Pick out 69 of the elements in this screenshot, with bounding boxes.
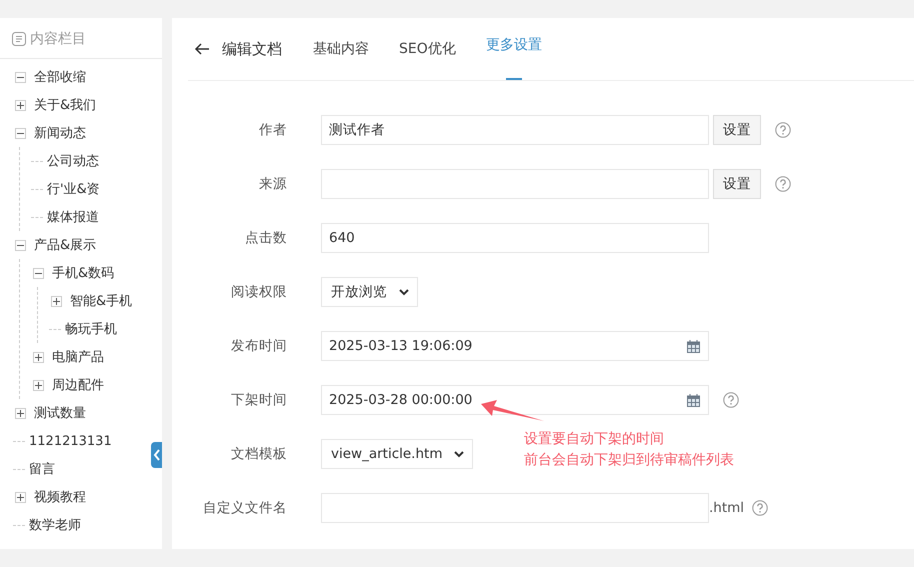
collapse-toggle[interactable] bbox=[15, 72, 26, 82]
tree-item[interactable]: 1121213131 bbox=[29, 434, 112, 448]
plus-icon bbox=[17, 494, 24, 500]
field-label: 发布时间 bbox=[230, 337, 287, 355]
date-field[interactable]: 2025-03-28 00:00:00 bbox=[321, 385, 709, 415]
tree-item[interactable]: 留言 bbox=[29, 460, 55, 478]
tree-item[interactable]: 数学老师 bbox=[29, 516, 81, 534]
tree-item[interactable]: 新闻动态 bbox=[34, 124, 86, 142]
tab[interactable]: SEO优化 bbox=[399, 18, 456, 80]
help-icon[interactable] bbox=[775, 122, 791, 138]
expand-toggle[interactable] bbox=[51, 296, 62, 306]
tree-item[interactable]: 媒体报道 bbox=[47, 208, 99, 226]
field-label: 自定义文件名 bbox=[202, 499, 287, 517]
plus-icon bbox=[53, 298, 60, 304]
field-label: 下架时间 bbox=[230, 391, 287, 409]
field-label: 作者 bbox=[258, 121, 287, 139]
input-field[interactable] bbox=[321, 493, 709, 523]
file-extension: .html bbox=[709, 500, 744, 516]
plus-icon bbox=[17, 410, 24, 416]
tree-item[interactable]: 畅玩手机 bbox=[65, 320, 117, 338]
help-icon[interactable] bbox=[752, 500, 768, 516]
chevron-down-icon bbox=[454, 450, 464, 458]
sidebar-title: 内容栏目 bbox=[30, 30, 86, 48]
tree-item[interactable]: 关于&我们 bbox=[34, 96, 96, 114]
field-label: 来源 bbox=[258, 175, 287, 193]
chevron-left-icon bbox=[152, 449, 160, 461]
field-label: 文档模板 bbox=[230, 445, 287, 463]
tree-item[interactable]: 测试数量 bbox=[34, 404, 86, 422]
tree-item[interactable]: 全部收缩 bbox=[34, 68, 86, 86]
tree-item[interactable]: 周边配件 bbox=[52, 376, 104, 394]
dropdown[interactable]: view_article.htm bbox=[321, 439, 474, 469]
set-button[interactable]: 设置 bbox=[713, 169, 761, 199]
expand-toggle[interactable] bbox=[15, 408, 26, 418]
plus-icon bbox=[17, 102, 24, 108]
collapse-toggle[interactable] bbox=[33, 268, 44, 278]
page-title: 编辑文档 bbox=[222, 40, 282, 58]
input-field[interactable]: 640 bbox=[321, 223, 709, 253]
tab[interactable]: 基础内容 bbox=[313, 18, 369, 80]
input-field[interactable] bbox=[321, 169, 709, 199]
annotation-text: 设置要自动下架的时间 前台会自动下架归到待审稿件列表 bbox=[524, 430, 734, 470]
collapse-handle[interactable] bbox=[151, 442, 162, 468]
field-label: 阅读权限 bbox=[230, 283, 287, 301]
collapse-toggle[interactable] bbox=[15, 128, 26, 138]
expand-toggle[interactable] bbox=[15, 492, 26, 502]
set-button[interactable]: 设置 bbox=[713, 115, 761, 145]
tree-item[interactable]: 视频教程 bbox=[34, 488, 86, 506]
expand-toggle[interactable] bbox=[33, 380, 44, 390]
tree-item[interactable]: 智能&手机 bbox=[70, 292, 132, 310]
help-icon[interactable] bbox=[723, 392, 739, 408]
date-field[interactable]: 2025-03-13 19:06:09 bbox=[321, 331, 709, 361]
help-icon[interactable] bbox=[775, 176, 791, 192]
input-field[interactable]: 测试作者 bbox=[321, 115, 709, 145]
field-label: 点击数 bbox=[244, 229, 287, 247]
tree-item[interactable]: 手机&数码 bbox=[52, 264, 114, 282]
collapse-toggle[interactable] bbox=[15, 240, 26, 250]
calendar-icon bbox=[687, 340, 700, 352]
expand-toggle[interactable] bbox=[15, 100, 26, 110]
calendar-icon bbox=[687, 394, 700, 406]
plus-icon bbox=[35, 382, 42, 388]
dropdown[interactable]: 开放浏览 bbox=[321, 277, 418, 307]
tree-item[interactable]: 公司动态 bbox=[47, 152, 99, 170]
plus-icon bbox=[35, 354, 42, 360]
back-arrow-icon[interactable] bbox=[194, 43, 210, 55]
document-icon bbox=[12, 32, 26, 46]
expand-toggle[interactable] bbox=[33, 352, 44, 362]
chevron-down-icon bbox=[399, 288, 409, 296]
tree-item[interactable]: 行'业&资 bbox=[47, 180, 100, 198]
tree-item[interactable]: 产品&展示 bbox=[34, 236, 96, 254]
tree-item[interactable]: 电脑产品 bbox=[52, 348, 104, 366]
